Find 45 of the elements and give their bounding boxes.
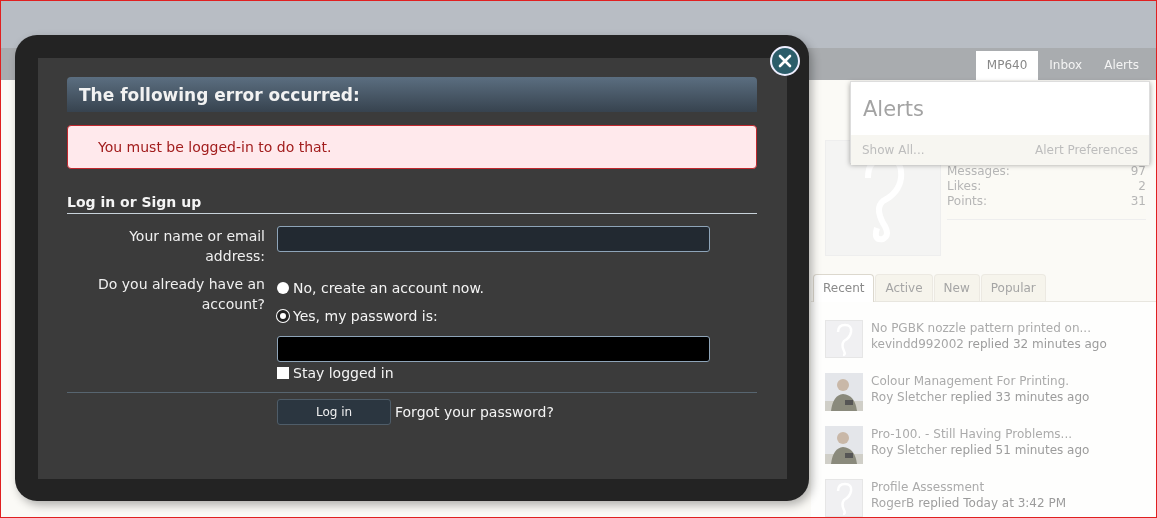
nav-tab[interactable]: Inbox xyxy=(1038,51,1094,80)
stat-value: 31 xyxy=(1130,194,1146,209)
activity-tab[interactable]: Recent xyxy=(813,274,875,302)
reply-time: replied 51 minutes ago xyxy=(950,443,1090,457)
name-input[interactable] xyxy=(277,226,710,252)
error-title: The following error occurred: xyxy=(67,77,757,112)
thread-title[interactable]: Pro-100. - Still Having Problems... xyxy=(871,426,1090,442)
user-link[interactable]: kevindd992002 xyxy=(871,337,964,351)
thread-title[interactable]: No PGBK nozzle pattern printed on... xyxy=(871,320,1107,336)
nav-tab[interactable]: MP640 xyxy=(975,51,1039,80)
menu-link[interactable]: Alert Preferences xyxy=(1035,143,1138,157)
activity-tab[interactable]: New xyxy=(933,274,980,301)
section-title: Log in or Sign up xyxy=(67,194,757,214)
stat-label: Points: xyxy=(947,194,988,209)
menu-title: Alerts xyxy=(862,96,925,123)
activity-tab[interactable]: Active xyxy=(875,274,933,301)
user-link[interactable]: Roy Sletcher xyxy=(871,443,947,457)
error-message: You must be logged-in to do that. xyxy=(67,125,757,169)
avatar-placeholder xyxy=(825,320,863,358)
field-label: Your name or email address: xyxy=(128,227,266,266)
radio-button[interactable] xyxy=(277,282,289,294)
user-link[interactable]: Roy Sletcher xyxy=(871,390,947,404)
radio-label[interactable]: Yes, my password is: xyxy=(293,308,438,324)
radio-button[interactable] xyxy=(277,310,289,322)
stat-label: Likes: xyxy=(947,179,982,194)
activity-tab[interactable]: Popular xyxy=(980,274,1046,301)
checkbox[interactable] xyxy=(277,367,289,379)
thread-title[interactable]: Profile Assessment xyxy=(871,479,1067,495)
reply-time: replied Today at 3:42 PM xyxy=(918,496,1067,510)
stat-value: 97 xyxy=(1130,164,1146,179)
reply-time: replied 33 minutes ago xyxy=(950,390,1090,404)
field-label: Do you already have an account? xyxy=(97,275,266,314)
stat-value: 2 xyxy=(1138,179,1146,194)
password-input[interactable] xyxy=(277,336,710,362)
close-icon[interactable] xyxy=(770,46,800,76)
checkbox-label[interactable]: Stay logged in xyxy=(293,365,394,381)
login-button[interactable]: Log in xyxy=(277,399,391,425)
menu-link[interactable]: Show All... xyxy=(862,143,925,157)
thread-title[interactable]: Colour Management For Printing. xyxy=(871,373,1090,389)
radio-label[interactable]: No, create an account now. xyxy=(293,280,484,296)
forgot-password-link[interactable]: Forgot your password? xyxy=(395,404,554,420)
stat-label: Messages: xyxy=(947,164,1010,179)
user-link[interactable]: RogerB xyxy=(871,496,915,510)
nav-tab[interactable]: Alerts xyxy=(1093,51,1150,80)
reply-time: replied 32 minutes ago xyxy=(967,337,1107,351)
